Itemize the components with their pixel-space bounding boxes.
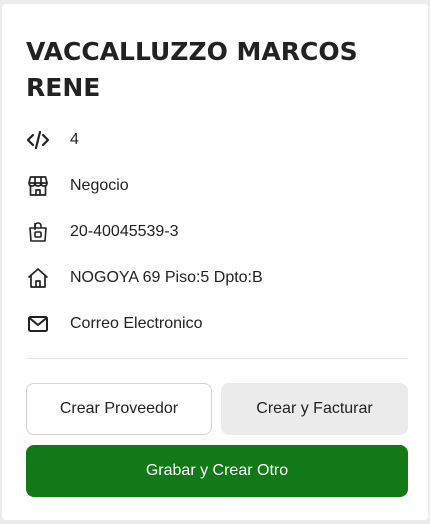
contact-taxid-row: 20-40045539-3: [26, 218, 179, 246]
divider: [26, 358, 408, 359]
save-and-create-other-button[interactable]: Grabar y Crear Otro: [26, 445, 408, 497]
store-icon: [26, 174, 50, 198]
contact-name: VACCALLUZZO MARCOS RENE: [26, 37, 358, 102]
contact-id-value: 4: [70, 131, 79, 148]
create-and-invoice-button[interactable]: Crear y Facturar: [221, 383, 408, 435]
contact-taxid-value: 20-40045539-3: [70, 223, 179, 240]
shopping-bag-icon: [26, 220, 50, 244]
code-icon: [26, 128, 50, 152]
create-supplier-button[interactable]: Crear Proveedor: [26, 383, 212, 435]
contact-address-value: NOGOYA 69 Piso:5 Dpto:B: [70, 269, 263, 286]
contact-id-row: 4: [26, 126, 79, 154]
contact-type-value: Negocio: [70, 177, 129, 194]
contact-type-row: Negocio: [26, 172, 129, 200]
home-icon: [26, 266, 50, 290]
contact-email-row: Correo Electronico: [26, 310, 203, 338]
contact-email-value: Correo Electronico: [70, 315, 203, 332]
mail-icon: [26, 312, 50, 336]
contact-card: VACCALLUZZO MARCOS RENE 4 Negocio 20-400…: [2, 4, 428, 520]
contact-address-row: NOGOYA 69 Piso:5 Dpto:B: [26, 264, 263, 292]
